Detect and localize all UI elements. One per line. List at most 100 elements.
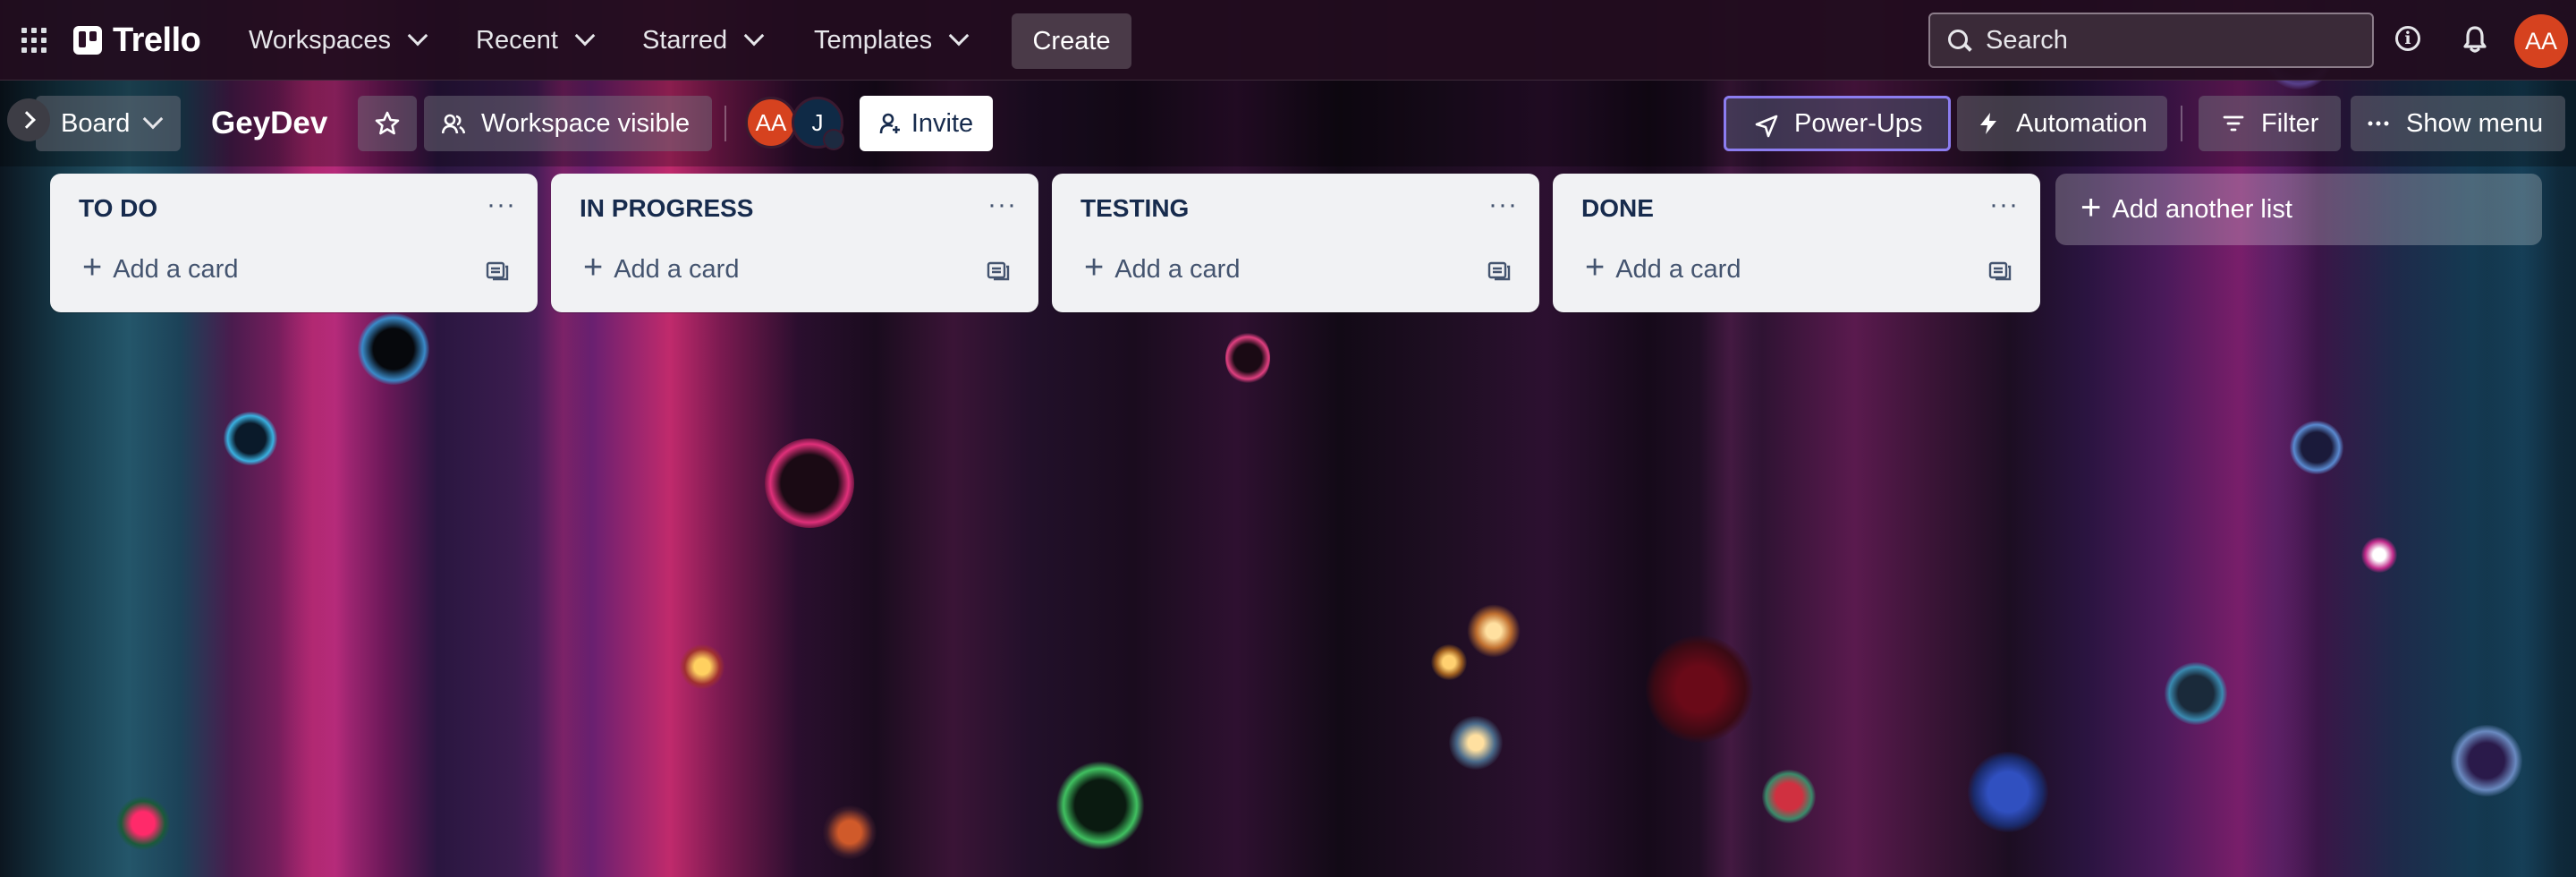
divider bbox=[2181, 106, 2182, 141]
add-card-button[interactable]: + Add a card bbox=[1585, 249, 1741, 287]
background-bubble bbox=[1449, 716, 1503, 770]
expand-sidebar-button[interactable] bbox=[7, 98, 50, 141]
background-bubble bbox=[2361, 537, 2397, 573]
background-bubble bbox=[1431, 644, 1467, 680]
invite-label: Invite bbox=[911, 108, 974, 138]
background-bubble bbox=[224, 412, 277, 465]
workspace-visibility-label: Workspace visible bbox=[481, 108, 691, 138]
show-menu-label: Show menu bbox=[2406, 108, 2544, 138]
background-bubble bbox=[1968, 752, 2048, 832]
board-view-label: Board bbox=[61, 108, 131, 138]
workspaces-menu-button[interactable]: Workspaces bbox=[236, 14, 437, 66]
templates-menu-button[interactable]: Templates bbox=[801, 14, 979, 66]
create-button[interactable]: Create bbox=[1012, 13, 1131, 69]
people-icon bbox=[442, 114, 465, 134]
background-bubble bbox=[2165, 662, 2227, 725]
workspace-visibility-button[interactable]: Workspace visible bbox=[424, 96, 712, 151]
background-bubble bbox=[2290, 421, 2343, 474]
board-title[interactable]: GeyDev bbox=[211, 96, 327, 151]
list-testing[interactable]: TESTING ··· + Add a card bbox=[1052, 174, 1539, 312]
list-actions-icon[interactable]: ··· bbox=[1989, 190, 2019, 220]
show-menu-button[interactable]: Show menu bbox=[2351, 96, 2565, 151]
more-horizontal-icon bbox=[2368, 121, 2389, 126]
chevron-right-icon bbox=[17, 111, 36, 129]
create-from-template-icon[interactable] bbox=[486, 261, 509, 281]
account-avatar[interactable]: AA bbox=[2514, 14, 2568, 68]
starred-menu-button[interactable]: Starred bbox=[630, 14, 774, 66]
lightning-icon bbox=[1980, 113, 1996, 134]
power-ups-label: Power-Ups bbox=[1794, 108, 1923, 138]
background-bubble bbox=[1055, 761, 1145, 850]
star-board-button[interactable] bbox=[358, 96, 417, 151]
plus-icon: + bbox=[2080, 187, 2102, 227]
search-input[interactable] bbox=[1984, 24, 2345, 56]
add-card-button[interactable]: + Add a card bbox=[82, 249, 238, 287]
chevron-down-icon bbox=[407, 25, 428, 47]
add-card-button[interactable]: + Add a card bbox=[583, 249, 740, 287]
background-bubble bbox=[680, 644, 724, 689]
add-card-button[interactable]: + Add a card bbox=[1084, 249, 1241, 287]
app-name: Trello bbox=[113, 21, 201, 59]
list-title[interactable]: IN PROGRESS bbox=[580, 194, 753, 223]
background-bubble bbox=[116, 796, 170, 850]
admin-badge-icon bbox=[823, 129, 844, 150]
starred-label: Starred bbox=[642, 25, 728, 55]
background-bubble bbox=[1467, 604, 1521, 658]
plus-icon: + bbox=[82, 249, 103, 286]
list-title[interactable]: TESTING bbox=[1080, 194, 1189, 223]
power-ups-button[interactable]: Power-Ups bbox=[1724, 96, 1951, 151]
plus-icon: + bbox=[1084, 249, 1105, 286]
automation-label: Automation bbox=[2016, 108, 2148, 138]
top-navigation-bar: Trello Workspaces Recent Starred Templat… bbox=[0, 0, 2576, 81]
filter-icon bbox=[2223, 115, 2244, 132]
add-list-label: Add another list bbox=[2112, 194, 2292, 224]
background-bubble bbox=[358, 313, 429, 385]
invite-button[interactable]: Invite bbox=[860, 96, 993, 151]
create-from-template-icon[interactable] bbox=[987, 261, 1010, 281]
workspaces-label: Workspaces bbox=[249, 25, 392, 55]
chevron-down-icon bbox=[143, 108, 164, 130]
automation-button[interactable]: Automation bbox=[1957, 96, 2167, 151]
chevron-down-icon bbox=[948, 25, 970, 47]
add-card-label: Add a card bbox=[1114, 255, 1241, 284]
list-actions-icon[interactable]: ··· bbox=[987, 190, 1017, 220]
trello-logo-mark-icon bbox=[73, 26, 102, 55]
board-view-switcher[interactable]: Board bbox=[36, 96, 181, 151]
filter-button[interactable]: Filter bbox=[2199, 96, 2341, 151]
filter-label: Filter bbox=[2261, 108, 2319, 138]
background-bubble bbox=[823, 805, 877, 859]
recent-menu-button[interactable]: Recent bbox=[463, 14, 605, 66]
search-icon bbox=[1948, 30, 1970, 51]
list-title[interactable]: DONE bbox=[1581, 194, 1654, 223]
chevron-down-icon bbox=[743, 25, 765, 47]
add-another-list-button[interactable]: + Add another list bbox=[2055, 174, 2542, 245]
list-done[interactable]: DONE ··· + Add a card bbox=[1553, 174, 2040, 312]
recent-label: Recent bbox=[476, 25, 558, 55]
info-icon[interactable]: i bbox=[2395, 26, 2420, 51]
notifications-bell-icon[interactable] bbox=[2462, 25, 2488, 54]
plus-icon: + bbox=[1585, 249, 1606, 286]
chevron-down-icon bbox=[574, 25, 596, 47]
background-bubble bbox=[1225, 331, 1270, 385]
rocket-icon bbox=[1755, 115, 1778, 138]
list-actions-icon[interactable]: ··· bbox=[487, 190, 516, 220]
list-actions-icon[interactable]: ··· bbox=[1488, 190, 1518, 220]
background-bubble bbox=[765, 438, 854, 528]
app-switcher-icon[interactable] bbox=[21, 28, 47, 53]
background-bubble bbox=[2451, 725, 2522, 796]
background-bubble bbox=[1762, 770, 1816, 823]
star-icon bbox=[375, 111, 400, 135]
templates-label: Templates bbox=[814, 25, 933, 55]
add-card-label: Add a card bbox=[1615, 255, 1741, 284]
trello-logo[interactable]: Trello bbox=[73, 21, 201, 59]
member-avatar[interactable]: AA bbox=[745, 97, 797, 149]
add-card-label: Add a card bbox=[614, 255, 740, 284]
plus-icon: + bbox=[583, 249, 604, 286]
search-box[interactable] bbox=[1928, 13, 2374, 68]
list-in-progress[interactable]: IN PROGRESS ··· + Add a card bbox=[551, 174, 1038, 312]
create-from-template-icon[interactable] bbox=[1487, 261, 1511, 281]
list-to-do[interactable]: TO DO ··· + Add a card bbox=[50, 174, 538, 312]
list-title[interactable]: TO DO bbox=[79, 194, 157, 223]
create-from-template-icon[interactable] bbox=[1988, 261, 2012, 281]
add-person-icon bbox=[879, 113, 900, 134]
